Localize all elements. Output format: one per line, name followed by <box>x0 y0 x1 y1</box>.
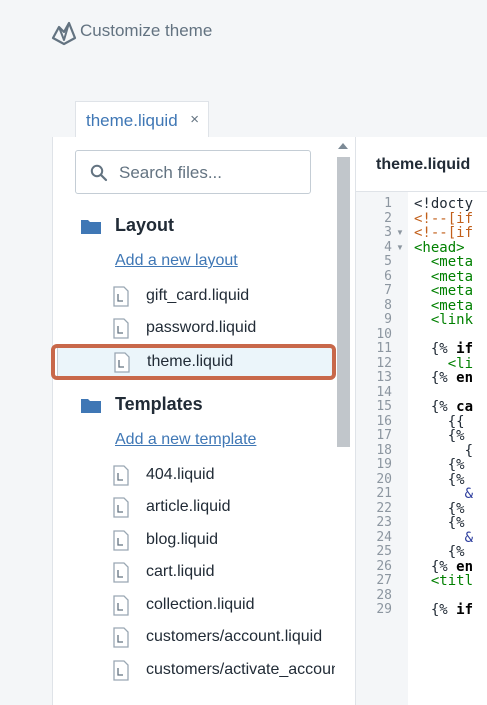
file-item-collection[interactable]: collection.liquid <box>53 591 335 621</box>
file-label: article.liquid <box>146 498 231 515</box>
line-number: 7 <box>384 283 392 298</box>
editor-title: theme.liquid <box>376 156 471 173</box>
file-icon <box>113 562 129 583</box>
search-placeholder: Search files... <box>119 163 222 182</box>
line-number: 5 <box>384 254 392 269</box>
line-number: 23 <box>376 515 392 530</box>
code-editor[interactable]: theme.liquid 1 2 3 ▼ 4 ▼ 5 6 7 8 9 10 11 12 13 14 15 16 17… <box>355 137 487 705</box>
file-icon <box>113 660 129 681</box>
sidebar-scrollbar[interactable] <box>335 137 352 705</box>
tab-theme-liquid[interactable]: theme.liquid × <box>75 101 209 137</box>
tab-label[interactable]: theme.liquid <box>86 111 178 131</box>
fold-arrow-icon[interactable]: ▼ <box>396 228 404 237</box>
code-token: en <box>456 370 474 386</box>
fold-arrow-icon[interactable]: ▼ <box>396 243 404 252</box>
line-number: 18 <box>376 442 392 458</box>
code-token: <link <box>414 312 474 328</box>
file-item-customers-account[interactable]: customers/account.liquid <box>53 623 335 653</box>
file-label: password.liquid <box>146 319 257 336</box>
highlight-annotation <box>51 344 336 380</box>
file-icon <box>113 530 129 551</box>
line-number: 15 <box>376 399 392 414</box>
scroll-up-icon[interactable] <box>338 143 348 149</box>
file-icon <box>113 595 129 616</box>
app-header: Customize theme <box>0 0 487 100</box>
code-token: if <box>456 602 474 618</box>
code-line[interactable]: <link <box>414 312 473 328</box>
line-number: 10 <box>376 326 392 342</box>
line-number: 9 <box>384 312 392 327</box>
line-number: 20 <box>376 471 392 487</box>
code-line[interactable]: {% if <box>414 602 473 618</box>
line-number: 6 <box>384 268 392 284</box>
scrollbar-thumb[interactable] <box>337 157 350 447</box>
file-icon <box>113 286 129 307</box>
line-number: 8 <box>384 297 392 313</box>
line-number: 2 <box>384 210 392 226</box>
file-item-gift-card[interactable]: gift_card.liquid <box>53 282 335 312</box>
code-token: {% <box>414 602 457 618</box>
file-label: cart.liquid <box>146 563 215 580</box>
folder-icon <box>81 220 101 234</box>
close-icon[interactable]: × <box>190 111 199 128</box>
file-label: 404.liquid <box>146 466 215 483</box>
file-label: blog.liquid <box>146 531 219 548</box>
file-label: customers/account.liquid <box>146 628 323 645</box>
file-sidebar: Search files... Layout Add a new layout … <box>52 137 355 705</box>
line-number: 24 <box>376 529 392 545</box>
section-title-layout: Layout <box>115 215 175 235</box>
code-token: {% <box>414 370 457 386</box>
file-icon <box>113 465 129 486</box>
file-item-cart[interactable]: cart.liquid <box>53 558 335 588</box>
file-item-customers-activate[interactable]: customers/activate_accoun <box>53 656 340 686</box>
file-icon <box>113 627 129 648</box>
search-input[interactable]: Search files... <box>75 150 311 194</box>
line-number: 26 <box>376 558 392 574</box>
page-title: Customize theme <box>80 21 213 40</box>
folder-icon <box>81 399 101 413</box>
line-number: 19 <box>376 457 392 472</box>
line-number: 29 <box>376 602 392 617</box>
file-label: collection.liquid <box>146 596 255 613</box>
line-number: 12 <box>376 355 392 371</box>
line-number: 1 <box>384 196 392 211</box>
line-number: 21 <box>376 486 392 501</box>
editor-header: theme.liquid <box>356 137 487 192</box>
file-icon <box>113 318 129 339</box>
add-layout-link[interactable]: Add a new layout <box>115 252 238 270</box>
file-item-article[interactable]: article.liquid <box>53 493 335 523</box>
code-line[interactable]: {% en <box>414 370 473 386</box>
line-number: 28 <box>376 587 392 603</box>
add-template-link[interactable]: Add a new template <box>115 431 256 449</box>
search-icon <box>90 164 108 182</box>
line-number: 25 <box>376 544 392 559</box>
file-item-password[interactable]: password.liquid <box>53 314 335 344</box>
file-label: customers/activate_accoun <box>146 661 340 678</box>
file-label: gift_card.liquid <box>146 287 250 304</box>
code-token: <titl <box>414 573 474 589</box>
line-number: 22 <box>376 500 392 516</box>
line-number: 13 <box>376 370 392 385</box>
line-number: 11 <box>376 341 392 356</box>
theme-editor-logo-icon <box>51 21 77 46</box>
line-number: 4 <box>384 239 392 255</box>
file-icon <box>113 497 129 518</box>
section-title-templates: Templates <box>115 394 203 414</box>
line-number: 16 <box>376 413 392 429</box>
line-number: 3 <box>384 225 392 240</box>
line-number: 17 <box>376 428 392 443</box>
line-number: 14 <box>376 384 392 400</box>
line-number-gutter: 1 2 3 ▼ 4 ▼ 5 6 7 8 9 10 11 12 13 14 15 16 17 18 19 20 21 22 23 2… <box>356 192 408 705</box>
file-item-404[interactable]: 404.liquid <box>53 461 335 491</box>
line-number: 27 <box>376 573 392 588</box>
file-item-blog[interactable]: blog.liquid <box>53 526 335 556</box>
code-line[interactable]: <titl <box>414 573 473 589</box>
